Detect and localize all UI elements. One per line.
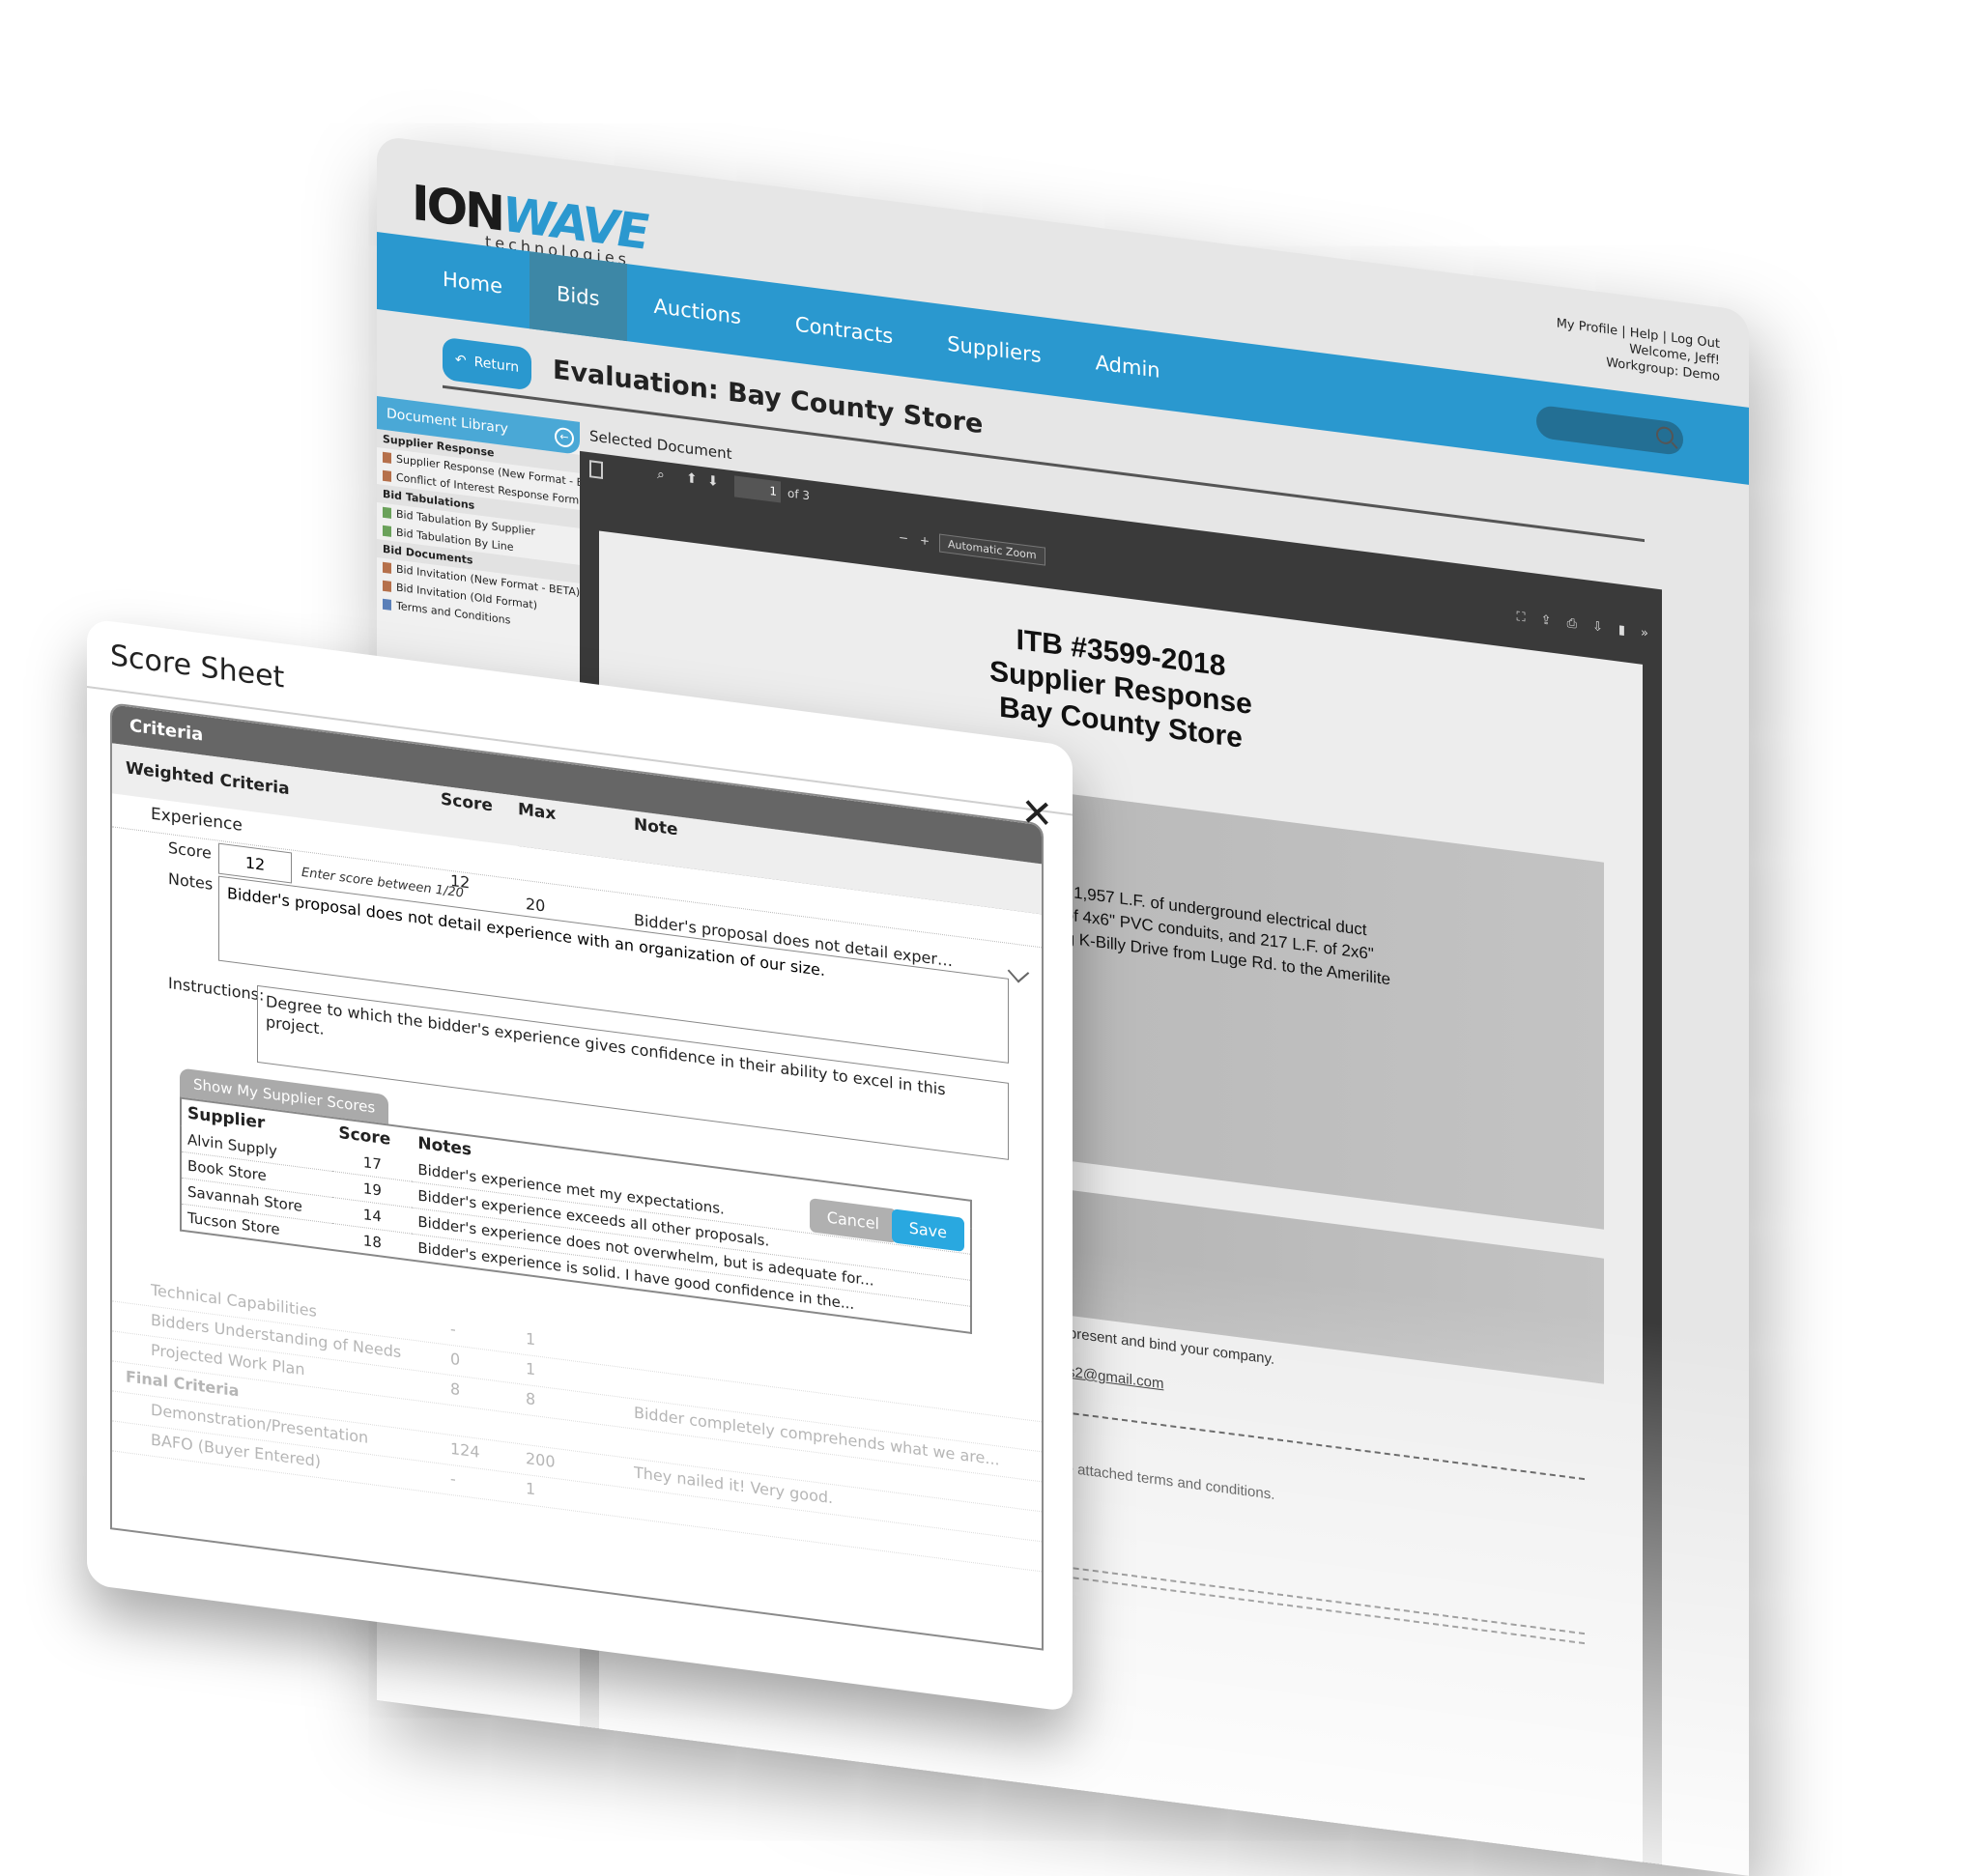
notes-label: Notes — [168, 868, 214, 894]
download-icon[interactable]: ⇩ — [1592, 619, 1603, 635]
zoom-out-button[interactable]: − — [899, 530, 908, 545]
nav-bids[interactable]: Bids — [530, 251, 627, 342]
search-icon[interactable] — [1656, 425, 1674, 445]
nav-suppliers[interactable]: Suppliers — [920, 301, 1068, 398]
score-sheet-modal: Score Sheet Criteria Weighted Criteria S… — [87, 618, 1073, 1713]
column-score: Score — [441, 789, 493, 816]
criterion-max: 1 — [526, 1328, 536, 1350]
find-icon[interactable]: ⌕ — [657, 467, 665, 483]
column-weighted-criteria: Weighted Criteria — [126, 758, 290, 800]
page-number-input[interactable]: 1 — [734, 475, 781, 503]
open-file-icon[interactable]: ⇪ — [1541, 612, 1552, 628]
bookmark-icon[interactable]: ▮ — [1618, 623, 1625, 639]
column-note: Note — [634, 814, 678, 840]
column-max: Max — [518, 799, 557, 825]
return-arrow-icon: ↶ — [454, 352, 467, 369]
criterion-score: - — [450, 1319, 456, 1339]
criterion-max: 20 — [526, 894, 546, 916]
sidebar-toggle-icon[interactable] — [589, 460, 603, 479]
criterion-max: 1 — [526, 1478, 536, 1499]
score-label: Score — [168, 838, 212, 863]
criterion-score: 8 — [450, 1379, 461, 1400]
zoom-in-button[interactable]: + — [920, 533, 930, 548]
print-icon[interactable]: ⎙ — [1567, 616, 1577, 632]
score-sheet-title: Score Sheet — [110, 639, 285, 696]
nav-contracts[interactable]: Contracts — [768, 282, 920, 379]
criterion-score: 12 — [450, 870, 471, 893]
presentation-mode-icon[interactable]: ⛶ — [1517, 610, 1526, 625]
criteria-panel: Criteria Weighted Criteria Score Max Not… — [110, 702, 1044, 1651]
return-button[interactable]: ↶ Return — [443, 336, 531, 391]
criterion-max: 1 — [526, 1358, 536, 1379]
page-count: of 3 — [787, 486, 811, 503]
previous-page-icon[interactable]: ⬆ — [686, 470, 698, 488]
document-library-title: Document Library — [386, 406, 508, 438]
nav-admin[interactable]: Admin — [1069, 321, 1188, 413]
close-icon[interactable]: ✕ — [1020, 790, 1053, 839]
nav-home[interactable]: Home — [415, 237, 530, 328]
criterion-score: 124 — [450, 1438, 480, 1462]
return-label: Return — [473, 354, 520, 376]
nav-auctions[interactable]: Auctions — [627, 264, 768, 359]
criterion-max: 8 — [526, 1388, 536, 1409]
criterion-max: 200 — [526, 1448, 556, 1471]
criterion-score: 0 — [450, 1349, 461, 1370]
tools-menu-icon[interactable]: » — [1641, 626, 1648, 641]
chevron-down-icon[interactable] — [1007, 960, 1030, 983]
criterion-score: - — [450, 1468, 456, 1489]
user-menu: My Profile | Help | Log Out Welcome, Jef… — [1557, 315, 1720, 385]
criterion-name: Experience — [151, 804, 243, 836]
collapse-panel-icon[interactable]: ← — [555, 426, 574, 449]
next-page-icon[interactable]: ⬇ — [707, 473, 719, 491]
